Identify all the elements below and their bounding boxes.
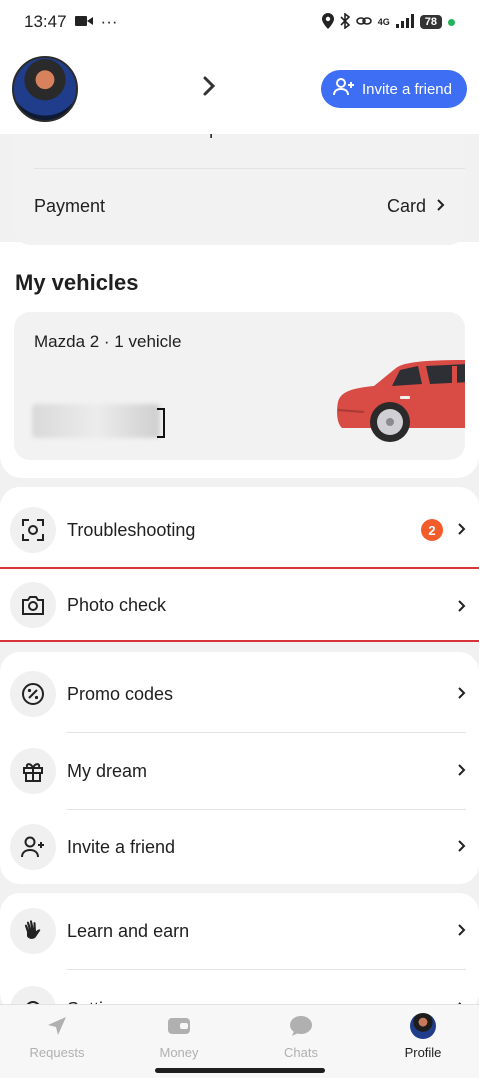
bluetooth-icon [340,11,350,32]
notification-badge: 2 [421,519,443,541]
location-icon [321,12,334,32]
menu-item-my-dream[interactable]: My dream [0,733,479,809]
chevron-right-icon [457,597,466,618]
menu-item-label: Learn and earn [67,920,190,941]
battery-indicator: 78 [419,15,442,29]
gift-icon [10,748,56,794]
chevron-right-icon [457,761,466,782]
payment-value: Card [386,196,426,216]
license-plate-blurred [32,404,160,438]
tab-chats[interactable]: Chats [251,1013,351,1060]
navigation-arrow-icon [44,1013,70,1039]
menu-item-photo-check[interactable]: Photo check [0,567,479,642]
menu-item-label: Invite a friend [67,836,176,857]
chat-bubble-icon [288,1013,314,1039]
menu-item-label: Troubleshooting [67,519,196,540]
signal-icon [395,13,414,31]
bottom-nav: Requests Money Chats Profile [0,1004,479,1078]
video-icon [74,12,93,32]
status-time: 13:47 [24,12,67,31]
chevron-right-icon [436,196,445,217]
tab-profile[interactable]: Profile [373,1013,473,1060]
tab-label: Profile [404,1045,442,1060]
avatar[interactable] [12,56,78,122]
menu-item-label: Promo codes [67,683,174,704]
chevron-right-icon [457,837,466,858]
divider [67,969,466,970]
menu-item-promo-codes[interactable]: Promo codes [0,656,479,732]
menu-block-learn: Learn and earn Settings [0,893,479,1013]
menu-block-rewards: Promo codes My dream Invite a friend [0,652,479,884]
waving-hand-icon [10,908,56,954]
wallet-icon [166,1013,192,1039]
camera-icon [10,582,56,628]
network-label: 4G [377,17,390,27]
tab-label: Chats [284,1045,318,1060]
invite-friend-button[interactable]: Invite a friend [320,70,467,108]
my-vehicles-title: My vehicles [15,270,139,295]
payment-label: Payment [34,196,106,216]
menu-item-label: My dream [67,760,148,781]
car-image [337,360,465,442]
menu-item-label: Photo check [67,595,167,615]
chevron-right-icon [457,520,466,541]
license-plate-edge [157,408,165,438]
invite-friend-label: Invite a friend [361,80,452,98]
payment-row[interactable]: Payment Card [34,196,445,217]
tab-label: Money [159,1045,199,1060]
status-bar: 13:47 ··· 4G 78 [0,0,479,44]
percent-icon [10,671,56,717]
chevron-right-icon [457,684,466,705]
tab-label: Requests [29,1045,85,1060]
profile-tab-icon [410,1013,436,1039]
scan-icon [10,507,56,553]
add-user-icon [332,78,355,100]
more-dots: ··· [100,12,118,31]
avatar [410,1013,436,1039]
tab-requests[interactable]: Requests [7,1013,107,1060]
chevron-right-icon [457,921,466,942]
profile-header: Invite a friend [0,44,479,134]
add-user-icon [10,824,56,870]
menu-item-invite-friend[interactable]: Invite a friend [0,809,479,885]
privacy-dot [448,18,455,26]
divider [34,168,465,169]
vehicle-title: Mazda 2 · 1 vehicle [34,332,182,351]
vehicle-card[interactable]: Mazda 2 · 1 vehicle [14,312,465,460]
menu-item-troubleshooting[interactable]: Troubleshooting 2 [0,492,479,568]
chevron-right-icon[interactable] [202,75,216,104]
link-icon [355,15,372,30]
menu-item-learn-and-earn[interactable]: Learn and earn [0,893,479,969]
tab-money[interactable]: Money [129,1013,229,1060]
home-indicator[interactable] [155,1068,325,1073]
